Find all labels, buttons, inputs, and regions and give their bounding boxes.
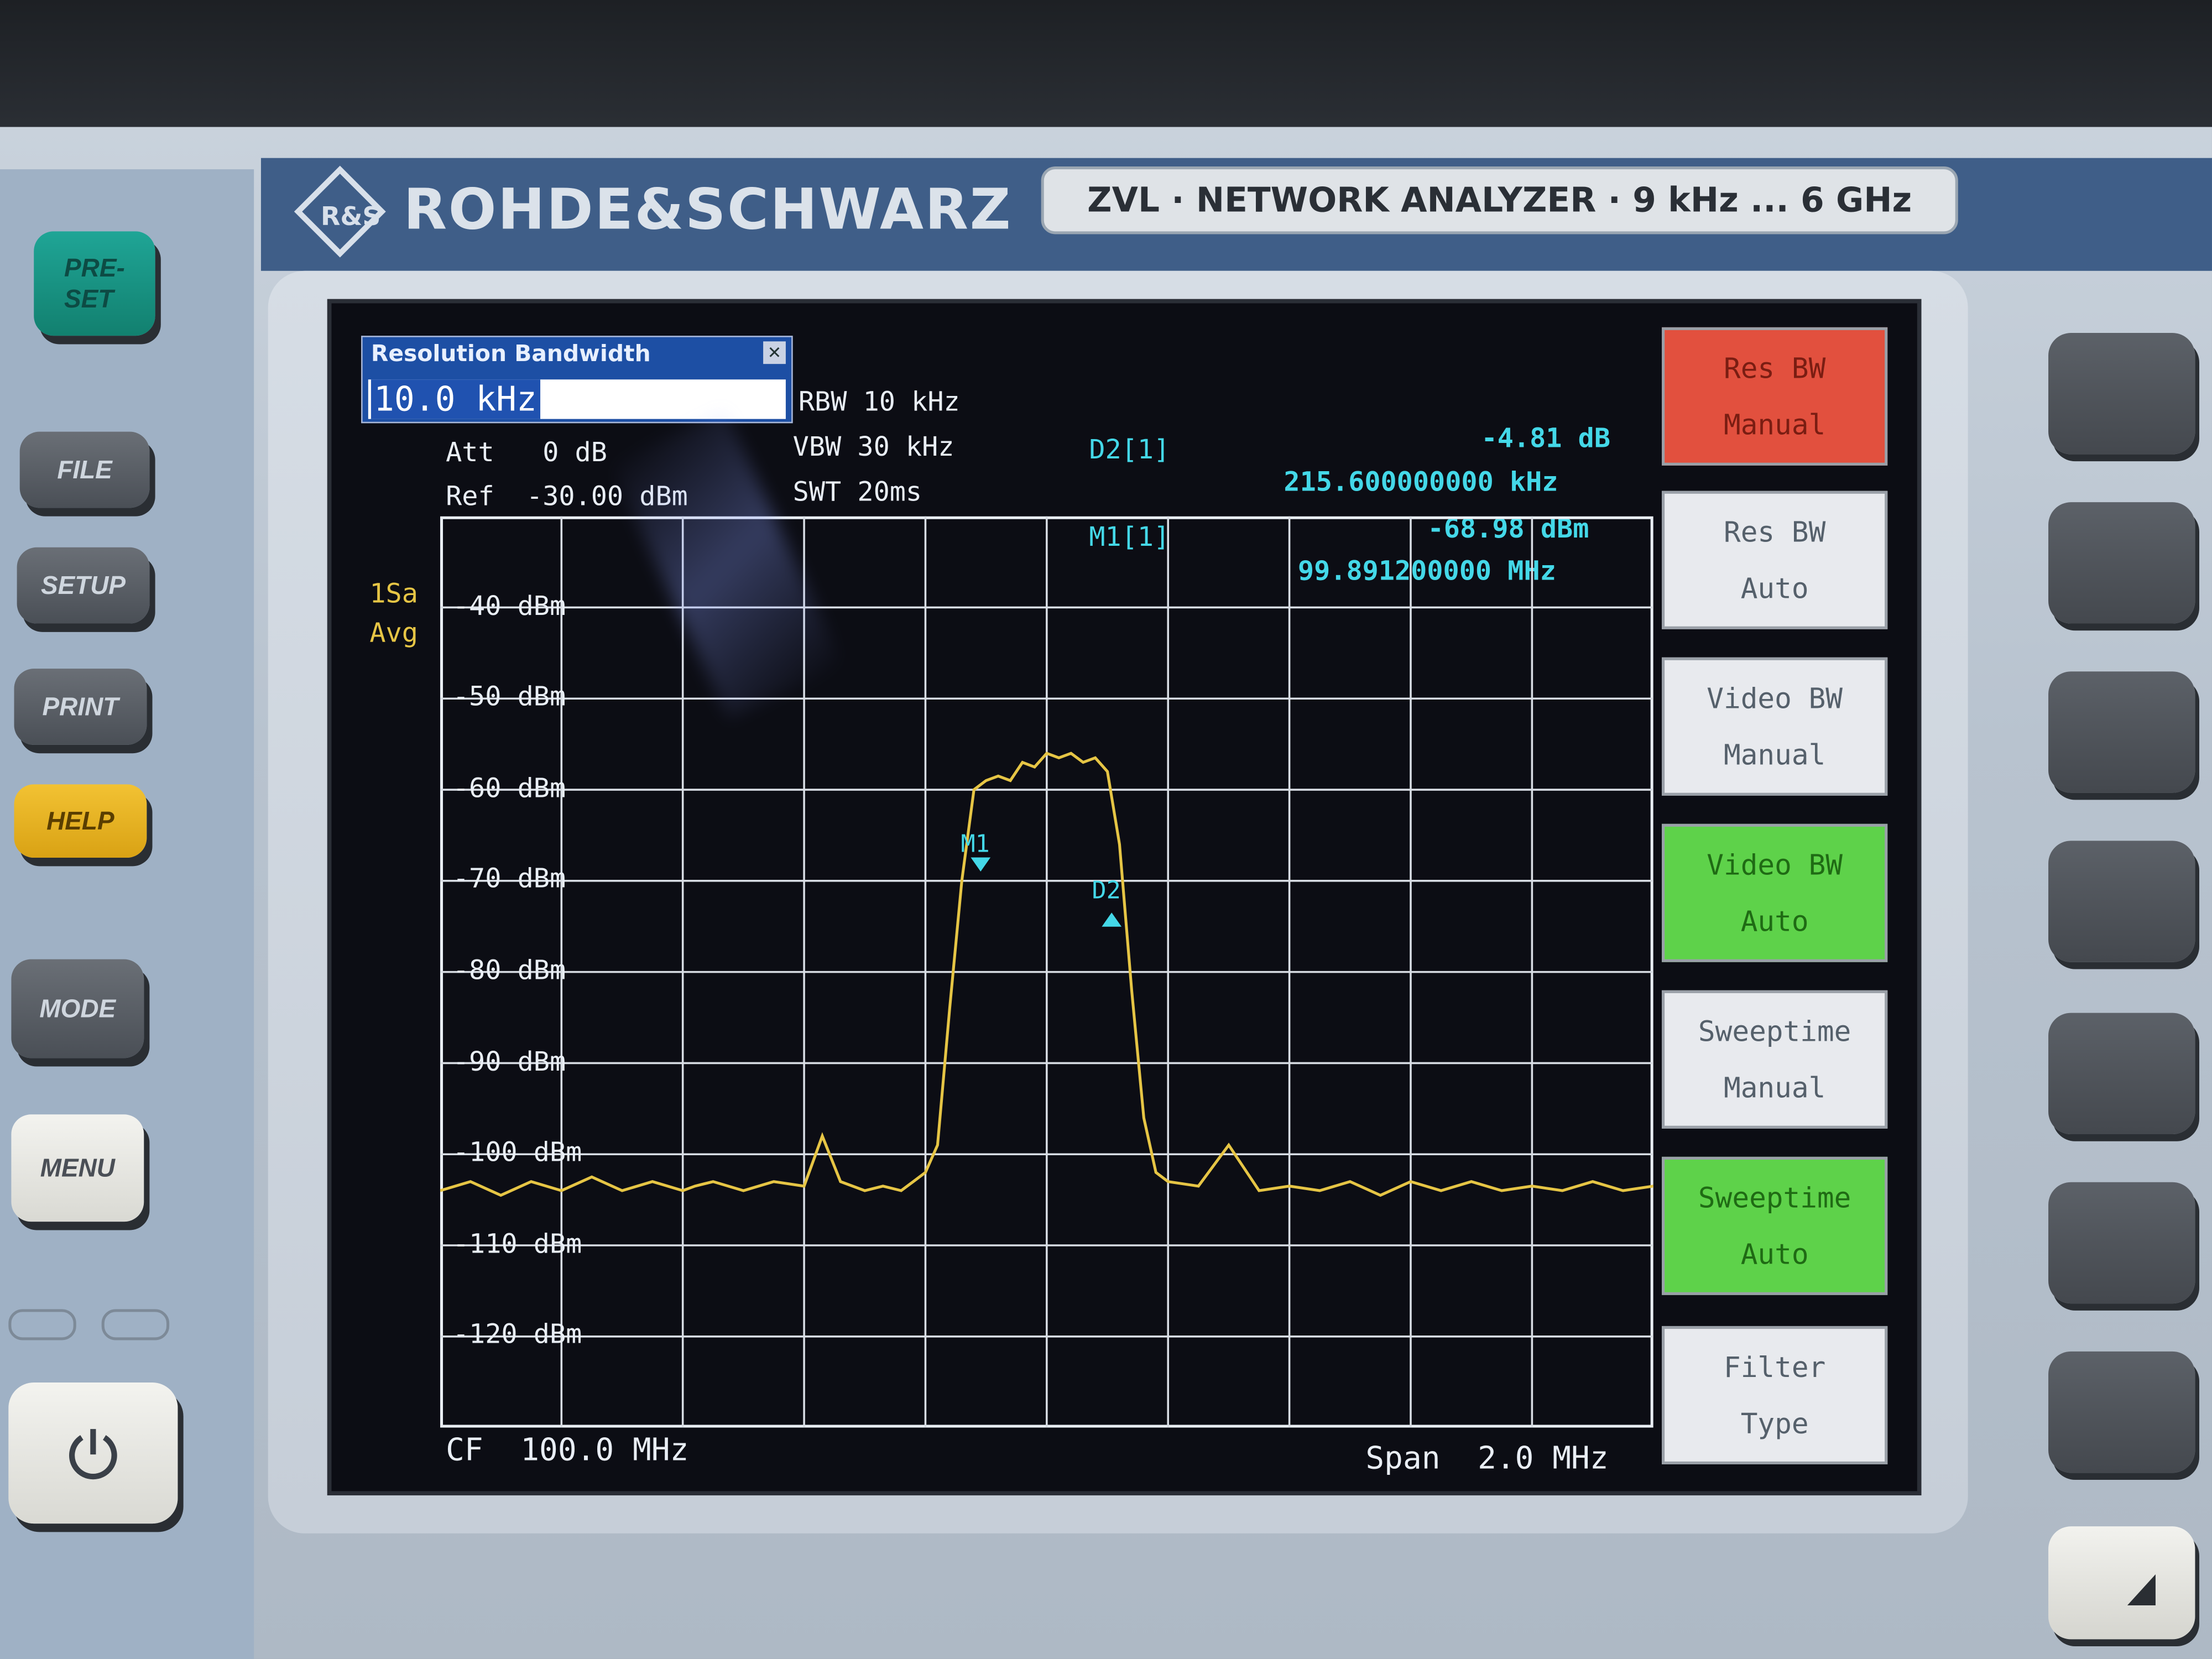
help-button[interactable]: HELP [14, 784, 147, 858]
instrument-photo: R&S ROHDE&SCHWARZ ZVL · NETWORK ANALYZER… [0, 0, 2212, 1659]
softkey-hw-button-3[interactable] [2048, 671, 2195, 793]
led-indicator [8, 1309, 76, 1340]
softkey-hw-button-4[interactable] [2048, 841, 2195, 962]
power-button[interactable] [8, 1382, 178, 1524]
softkey-label: Filter [1724, 1350, 1826, 1384]
softkey-hw-button-2[interactable] [2048, 502, 2195, 624]
attenuation-readout: Att 0 dB [446, 437, 607, 468]
trace-mode-line2: Avg [369, 618, 418, 649]
close-icon[interactable]: ✕ [763, 341, 786, 364]
rbw-readout: RBW 10 kHz [798, 386, 960, 418]
print-button[interactable]: PRINT [14, 669, 147, 745]
menu-button[interactable]: MENU [11, 1114, 144, 1222]
plot-grid [440, 516, 1653, 1428]
power-icon [69, 1429, 117, 1480]
softkey-label: Video BW [1707, 848, 1843, 882]
softkey-filter-type[interactable]: Filter Type [1662, 1326, 1888, 1464]
file-button[interactable]: FILE [19, 431, 150, 508]
softkey-label: Res BW [1724, 515, 1826, 549]
y-tick-label: -120 dBm [452, 1319, 582, 1351]
marker-d2-icon [1102, 912, 1122, 927]
d2-marker-label: D2[1] [1089, 434, 1170, 466]
vbw-readout: VBW 30 kHz [792, 431, 954, 463]
softkey-label: Sweeptime [1698, 1181, 1851, 1215]
y-tick-label: -80 dBm [452, 955, 566, 987]
y-tick-label: -90 dBm [452, 1046, 566, 1077]
span-readout: Span 2.0 MHz [1365, 1442, 1609, 1477]
brand-name: ROHDE&SCHWARZ [403, 178, 1013, 243]
y-tick-label: -50 dBm [452, 681, 566, 713]
softkey-video-bw-manual[interactable]: Video BW Manual [1662, 657, 1888, 796]
softkey-sweeptime-auto[interactable]: Sweeptime Auto [1662, 1156, 1888, 1295]
softkey-hw-button-1[interactable] [2048, 333, 2195, 455]
softkey-sweeptime-manual[interactable]: Sweeptime Manual [1662, 990, 1888, 1129]
center-frequency-readout: CF 100.0 MHz [446, 1433, 689, 1469]
arrow-button[interactable] [2048, 1526, 2195, 1640]
softkey-label: Sweeptime [1698, 1014, 1851, 1048]
softkey-label: Res BW [1724, 351, 1826, 385]
marker-label: M1 [961, 830, 990, 858]
softkey-res-bw-manual[interactable]: Res BW Manual [1662, 327, 1888, 466]
logo-text: R&S [320, 202, 381, 232]
resolution-bandwidth-dialog: Resolution Bandwidth ✕ 10.0 kHz [361, 336, 793, 424]
model-label: ZVL · NETWORK ANALYZER · 9 kHz ... 6 GHz [1041, 166, 1958, 234]
setup-button[interactable]: SETUP [17, 547, 150, 624]
bandwidth-value: 10.0 kHz [371, 379, 540, 419]
d2-marker-level: -4.81 dB [1481, 423, 1611, 455]
preset-button[interactable]: PRE- SET [34, 231, 155, 336]
y-tick-label: -110 dBm [452, 1228, 582, 1260]
d2-marker-frequency: 215.600000000 kHz [1284, 467, 1558, 498]
sweeptime-readout: SWT 20ms [792, 477, 922, 508]
softkey-hw-button-5[interactable] [2048, 1013, 2195, 1135]
softkey-hw-button-7[interactable] [2048, 1351, 2195, 1473]
softkey-res-bw-auto[interactable]: Res BW Auto [1662, 491, 1888, 629]
mode-button[interactable]: MODE [11, 959, 144, 1058]
y-tick-label: -60 dBm [452, 773, 566, 804]
softkey-label: Auto [1740, 571, 1809, 606]
softkey-label: Type [1740, 1406, 1809, 1441]
triangle-up-icon [2127, 1574, 2156, 1606]
trace-mode-line1: 1Sa [369, 578, 418, 610]
spectrum-plot[interactable]: M1 D2 [440, 516, 1653, 1428]
marker-label: D2 [1092, 877, 1120, 905]
marker-m1-icon [971, 857, 991, 872]
softkey-label: Manual [1724, 408, 1826, 442]
y-tick-label: -100 dBm [452, 1137, 582, 1168]
softkey-video-bw-auto[interactable]: Video BW Auto [1662, 823, 1888, 962]
softkey-hw-button-6[interactable] [2048, 1182, 2195, 1304]
softkey-label: Manual [1724, 1071, 1826, 1105]
y-tick-label: -70 dBm [452, 864, 566, 895]
led-indicator [101, 1309, 170, 1340]
softkey-label: Video BW [1707, 681, 1843, 716]
softkey-label: Auto [1740, 1237, 1809, 1271]
softkey-label: Manual [1724, 738, 1826, 772]
marker-layer: M1 D2 [961, 830, 1122, 927]
y-tick-label: -40 dBm [452, 590, 566, 622]
dialog-title: Resolution Bandwidth [371, 340, 651, 367]
softkey-label: Auto [1740, 904, 1809, 938]
